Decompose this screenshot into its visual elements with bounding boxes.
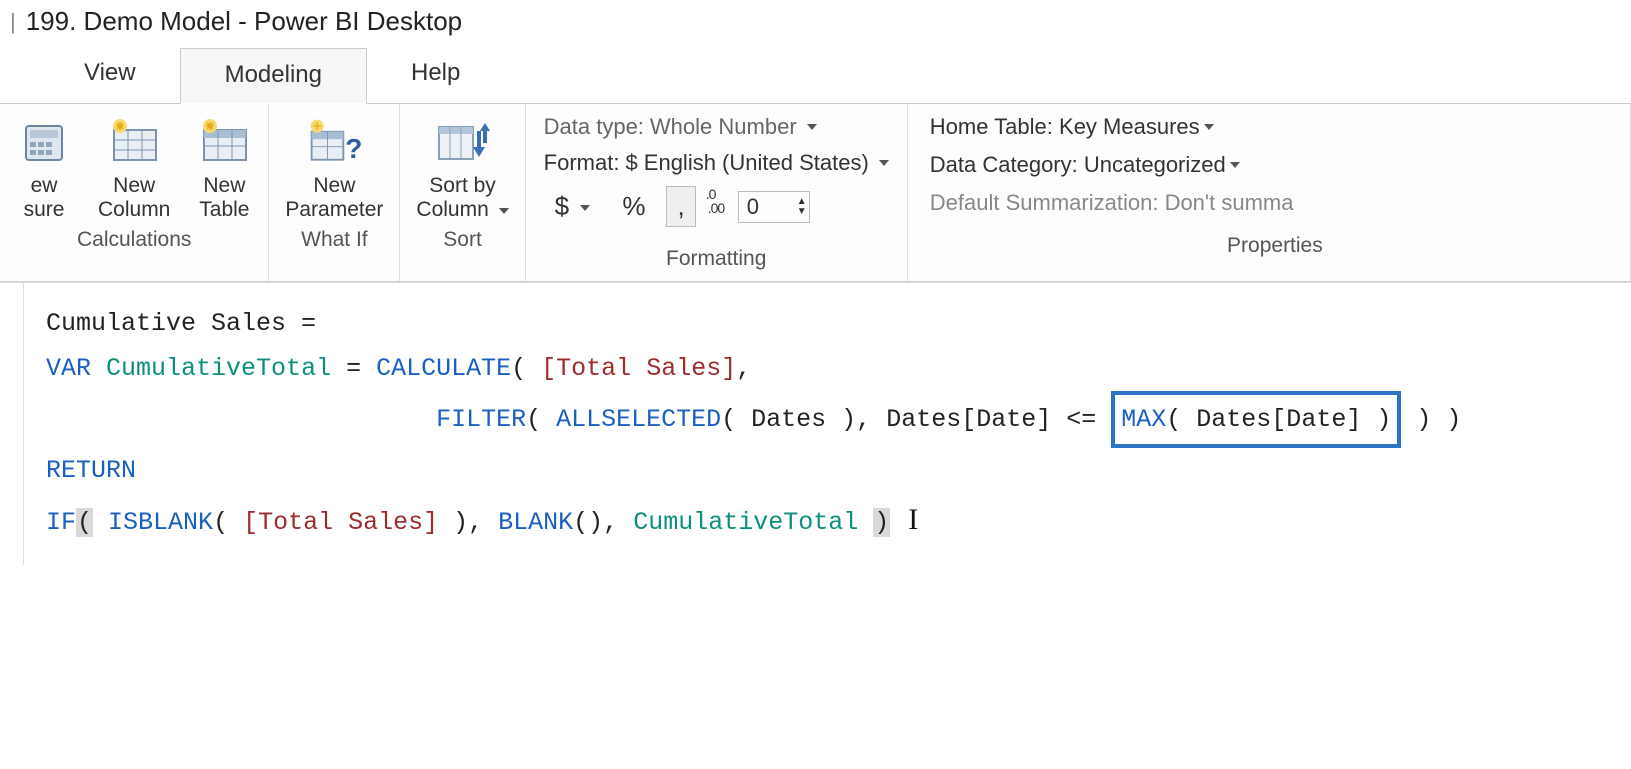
new-measure-label-l1: ew <box>31 174 58 197</box>
decimals-value: 0 <box>747 194 759 219</box>
title-divider: | <box>10 9 16 35</box>
group-whatif-label: What If <box>301 228 368 256</box>
group-properties-label: Properties <box>1227 234 1323 262</box>
text-cursor-icon: I <box>908 503 918 536</box>
format-label: Format: <box>544 150 620 176</box>
fn-filter: FILTER <box>436 405 526 434</box>
decimals-input[interactable]: 0 ▲▼ <box>738 191 810 223</box>
home-table-value: Key Measures <box>1059 114 1200 140</box>
kw-return: RETURN <box>46 456 136 485</box>
new-table-icon <box>196 114 252 170</box>
formula-area: Cumulative Sales = VAR CumulativeTotal =… <box>0 282 1631 565</box>
new-table-label-l2: Table <box>199 198 249 221</box>
fn-max: MAX <box>1121 405 1166 434</box>
new-parameter-button[interactable]: ? New Parameter <box>281 110 387 222</box>
formula-editor[interactable]: Cumulative Sales = VAR CumulativeTotal =… <box>24 283 1631 565</box>
col-total-sales-2: [Total Sales] <box>243 508 438 537</box>
thousands-separator-button[interactable]: , <box>666 186 695 227</box>
highlighted-max-expr: MAX( Dates[Date] ) <box>1111 391 1401 448</box>
formula-gutter <box>0 283 24 565</box>
data-category-value: Uncategorized <box>1084 152 1226 178</box>
paren-close-hl: ) <box>873 508 890 537</box>
new-table-button[interactable]: New Table <box>192 110 256 222</box>
spinner-icon[interactable]: ▲▼ <box>797 192 807 222</box>
home-table-label: Home Table: <box>930 114 1053 140</box>
default-summ-value: Don't summa <box>1165 190 1294 216</box>
tab-help[interactable]: Help <box>367 47 504 103</box>
measure-name: Cumulative Sales <box>46 309 286 338</box>
chevron-down-icon <box>499 208 509 214</box>
tab-view[interactable]: View <box>40 47 180 103</box>
kw-var: VAR <box>46 354 91 383</box>
currency-symbol: $ <box>555 191 569 221</box>
decimal-icon: .0 .00 <box>706 190 728 224</box>
new-parameter-label-l2: Parameter <box>285 198 383 221</box>
group-sort-label: Sort <box>443 228 482 256</box>
home-table-selector[interactable]: Home Table: Key Measures <box>930 114 1214 140</box>
ribbon-tabs: View Modeling Help <box>0 47 1631 103</box>
default-summarization-selector[interactable]: Default Summarization: Don't summa <box>930 190 1294 216</box>
group-formatting-label: Formatting <box>666 247 766 275</box>
measure-eq: = <box>286 309 331 338</box>
data-type-value: Whole Number <box>650 114 797 140</box>
new-table-label-l1: New <box>203 174 245 197</box>
sort-label-l1: Sort by <box>429 174 496 197</box>
var-name: CumulativeTotal <box>106 354 331 383</box>
group-calculations-label: Calculations <box>77 228 191 256</box>
parameter-icon: ? <box>306 114 362 170</box>
svg-text:?: ? <box>346 133 363 164</box>
tab-modeling[interactable]: Modeling <box>180 48 367 104</box>
fn-blank: BLANK <box>498 508 573 537</box>
group-whatif: ? New Parameter What If <box>269 104 400 281</box>
new-column-label-l2: Column <box>98 198 170 221</box>
fn-isblank: ISBLANK <box>108 508 213 537</box>
group-sort: Sort by Column Sort <box>400 104 525 281</box>
group-calculations: ew sure New Column <box>0 104 269 281</box>
col-dates-date-1: Dates[Date] <box>886 405 1051 434</box>
new-measure-label-l2: sure <box>24 198 65 221</box>
col-total-sales: [Total Sales] <box>541 354 736 383</box>
data-type-label: Data type: <box>544 114 644 140</box>
sort-by-column-button[interactable]: Sort by Column <box>412 110 512 222</box>
op-lte: <= <box>1066 405 1096 434</box>
chevron-down-icon <box>1230 162 1240 168</box>
measure-icon <box>16 114 72 170</box>
data-type-selector[interactable]: Data type: Whole Number <box>544 114 817 140</box>
data-category-label: Data Category: <box>930 152 1078 178</box>
new-column-button[interactable]: New Column <box>94 110 174 222</box>
new-column-icon <box>106 114 162 170</box>
group-formatting: Data type: Whole Number Format: $ Englis… <box>526 104 908 281</box>
currency-format-button[interactable]: $ <box>544 186 602 227</box>
fn-if: IF <box>46 508 76 537</box>
col-dates-date-2: Dates[Date] <box>1196 405 1361 434</box>
window-titlebar: | 199. Demo Model - Power BI Desktop <box>0 0 1631 47</box>
data-category-selector[interactable]: Data Category: Uncategorized <box>930 152 1240 178</box>
paren-open-hl: ( <box>76 508 93 537</box>
chevron-down-icon <box>879 160 889 166</box>
ribbon: ew sure New Column <box>0 103 1631 282</box>
fn-allselected: ALLSELECTED <box>556 405 721 434</box>
ref-cumulative: CumulativeTotal <box>633 508 858 537</box>
sort-label-l2: Column <box>416 198 488 221</box>
percent-format-button[interactable]: % <box>611 186 656 227</box>
format-value: $ English (United States) <box>625 150 868 176</box>
new-column-label-l1: New <box>113 174 155 197</box>
sort-icon <box>435 114 491 170</box>
tbl-dates: Dates <box>751 405 826 434</box>
group-properties: Home Table: Key Measures Data Category: … <box>908 104 1631 281</box>
chevron-down-icon <box>807 124 817 130</box>
new-measure-button[interactable]: ew sure <box>12 110 76 222</box>
default-summ-label: Default Summarization: <box>930 190 1159 216</box>
window-title: 199. Demo Model - Power BI Desktop <box>26 6 462 37</box>
new-parameter-label-l1: New <box>313 174 355 197</box>
chevron-down-icon <box>1204 124 1214 130</box>
chevron-down-icon <box>580 205 590 211</box>
fn-calculate: CALCULATE <box>376 354 511 383</box>
format-selector[interactable]: Format: $ English (United States) <box>544 150 889 176</box>
